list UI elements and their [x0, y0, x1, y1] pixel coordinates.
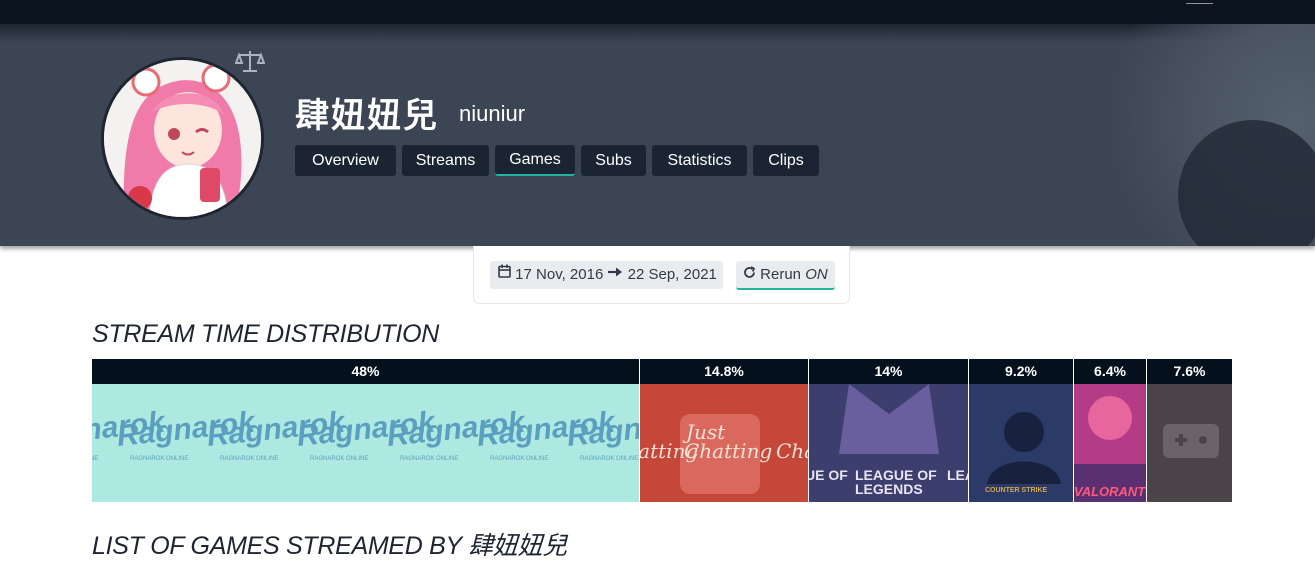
segment-percentage: 14% [809, 359, 968, 384]
calendar-icon [498, 260, 511, 288]
game-box-art: LEAGUE OFLEGENDSUE OFLEA [809, 384, 968, 502]
svg-text:RAGNAROK ONLINE: RAGNAROK ONLINE [490, 456, 548, 462]
svg-text:RAGNAROK ONLINE: RAGNAROK ONLINE [130, 456, 188, 462]
distribution-segment[interactable]: 6.4% VALORANT [1073, 359, 1146, 502]
svg-text:RAGNAROK ONLINE: RAGNAROK ONLINE [400, 456, 458, 462]
channel-display-name: 肆妞妞兒 [295, 96, 439, 136]
rerun-state: ON [805, 266, 828, 283]
top-navbar [0, 0, 1315, 24]
stream-time-distribution: 48%RagnarokRAGNAROK ONLINERagnarokRAGNAR… [92, 359, 1232, 502]
segment-percentage: 6.4% [1074, 359, 1146, 384]
tab-statistics[interactable]: Statistics [652, 145, 747, 176]
svg-text:RAGNAROK ONLINE: RAGNAROK ONLINE [92, 456, 98, 462]
tab-overview[interactable]: Overview [295, 145, 396, 176]
date-filter-panel: 17 Nov, 2016 22 Sep, 2021 Rerun ON [473, 246, 850, 304]
svg-text:LEA: LEA [947, 467, 968, 483]
svg-text:RAGNAROK ONLINE: RAGNAROK ONLINE [220, 456, 278, 462]
tab-clips[interactable]: Clips [753, 145, 819, 176]
distribution-segment[interactable]: 14.8%JustChattingChattingCha [639, 359, 808, 502]
arrow-right-icon [607, 260, 623, 288]
rerun-toggle[interactable]: Rerun ON [736, 261, 835, 290]
svg-text:RAGNAROK ONLINE: RAGNAROK ONLINE [310, 456, 368, 462]
games-list-title: LIST OF GAMES STREAMED BY 肆妞妞兒 [92, 526, 567, 562]
tab-subs[interactable]: Subs [581, 145, 646, 176]
tab-games[interactable]: Games [495, 145, 575, 176]
distribution-segment[interactable]: 7.6% [1146, 359, 1232, 502]
svg-text:UE OF: UE OF [809, 467, 848, 483]
game-box-art: RagnarokRAGNAROK ONLINERagnarokRAGNAROK … [92, 384, 639, 502]
distribution-segment[interactable]: 48%RagnarokRAGNAROK ONLINERagnarokRAGNAR… [92, 359, 639, 502]
date-to: 22 Sep, 2021 [627, 266, 717, 283]
tab-streams[interactable]: Streams [402, 145, 489, 176]
svg-text:VALORANT: VALORANT [1074, 484, 1146, 499]
segment-percentage: 14.8% [640, 359, 808, 384]
date-from: 17 Nov, 2016 [515, 266, 604, 283]
svg-text:RAGNAROK ONLINE: RAGNAROK ONLINE [580, 456, 638, 462]
svg-text:LEGENDS: LEGENDS [855, 481, 923, 497]
distribution-title: STREAM TIME DISTRIBUTION [92, 320, 439, 348]
rerun-label: Rerun [760, 266, 802, 283]
segment-percentage: 9.2% [969, 359, 1073, 384]
segment-percentage: 7.6% [1147, 359, 1232, 384]
channel-avatar [101, 57, 264, 220]
controller-icon [1147, 384, 1232, 502]
game-box-art: VALORANT [1074, 384, 1146, 502]
svg-text:Chatting: Chatting [640, 439, 698, 463]
refresh-icon [743, 266, 760, 283]
segment-percentage: 48% [92, 359, 639, 384]
game-box-art: JustChattingChattingCha [640, 384, 808, 502]
navbar-link-stub[interactable] [1186, 0, 1213, 4]
date-range-picker[interactable]: 17 Nov, 2016 22 Sep, 2021 [490, 261, 723, 289]
distribution-segment[interactable]: 14%LEAGUE OFLEGENDSUE OFLEA [808, 359, 968, 502]
distribution-segment[interactable]: 9.2% COUNTER STRIKE [968, 359, 1073, 502]
game-box-art: COUNTER STRIKE [969, 384, 1073, 502]
svg-text:Cha: Cha [776, 439, 808, 463]
channel-login: niuniur [459, 101, 526, 126]
svg-text:COUNTER STRIKE: COUNTER STRIKE [985, 487, 1048, 494]
balance-scale-icon [234, 49, 266, 73]
